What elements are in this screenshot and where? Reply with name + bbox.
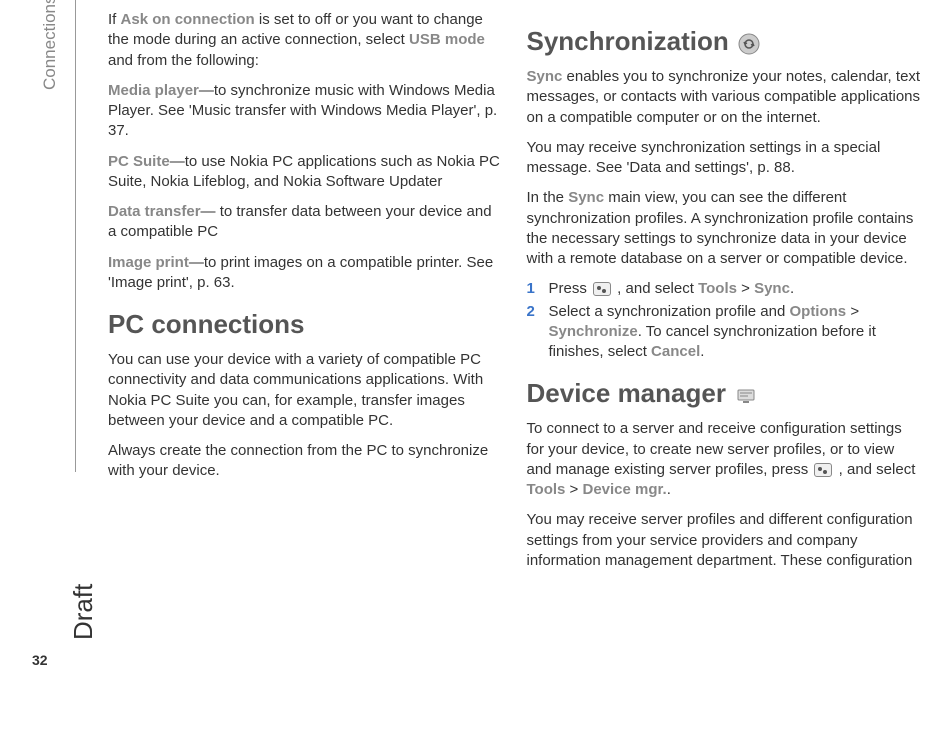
menu-key-icon [593, 282, 611, 296]
kw-usb-mode: USB mode [409, 31, 485, 48]
kw-sync-menu: Sync [754, 280, 790, 297]
pc-para-1: You can use your device with a variety o… [108, 350, 503, 431]
sync-step-2: 2 Select a synchronization profile and O… [527, 302, 922, 363]
sync-para-3: In the Sync main view, you can see the d… [527, 188, 922, 269]
draft-label: Draft [68, 584, 99, 640]
device-manager-icon [734, 382, 758, 406]
kw-synchronize: Synchronize [549, 323, 638, 340]
step-number-2: 2 [527, 302, 535, 322]
kw-image-print: Image print [108, 254, 189, 271]
usb-intro: If Ask on connection is set to off or yo… [108, 10, 503, 71]
sync-para-2: You may receive synchronization settings… [527, 138, 922, 179]
opt-pc-suite: PC Suite—to use Nokia PC applications su… [108, 152, 503, 193]
kw-options: Options [789, 303, 846, 320]
opt-data-transfer: Data transfer— to transfer data between … [108, 202, 503, 243]
sync-step-1: 1 Press , and select Tools > Sync. [527, 279, 922, 299]
content-area: If Ask on connection is set to off or yo… [108, 10, 921, 581]
heading-pc-connections: PC connections [108, 307, 503, 342]
step-number-1: 1 [527, 279, 535, 299]
sync-steps: 1 Press , and select Tools > Sync. 2 Sel… [527, 279, 922, 362]
heading-device-manager: Device manager [527, 376, 922, 411]
kw-ask-on-connection: Ask on connection [121, 11, 255, 28]
left-column: If Ask on connection is set to off or yo… [108, 10, 503, 581]
kw-cancel: Cancel [651, 343, 700, 360]
pc-para-2: Always create the connection from the PC… [108, 441, 503, 482]
kw-tools: Tools [698, 280, 737, 297]
dm-para-1: To connect to a server and receive confi… [527, 419, 922, 500]
section-label: Connections [40, 0, 60, 90]
opt-media-player: Media player—to synchronize music with W… [108, 81, 503, 142]
kw-pc-suite: PC Suite [108, 153, 170, 170]
sync-icon [737, 30, 761, 54]
dm-para-2: You may receive server profiles and diff… [527, 510, 922, 571]
sync-para-1: Sync enables you to synchronize your not… [527, 67, 922, 128]
page-number: 32 [32, 652, 48, 668]
kw-sync-2: Sync [568, 189, 604, 206]
kw-data-transfer: Data transfer [108, 203, 201, 220]
kw-tools-2: Tools [527, 481, 566, 498]
kw-media-player: Media player [108, 82, 199, 99]
menu-key-icon-2 [814, 463, 832, 477]
opt-image-print: Image print—to print images on a compati… [108, 253, 503, 294]
kw-sync: Sync [527, 68, 563, 85]
right-column: Synchronization Sync enables you to sync… [527, 10, 922, 581]
side-rail: Connections Draft 32 [0, 0, 100, 737]
kw-device-mgr: Device mgr. [583, 481, 667, 498]
heading-synchronization: Synchronization [527, 24, 922, 59]
